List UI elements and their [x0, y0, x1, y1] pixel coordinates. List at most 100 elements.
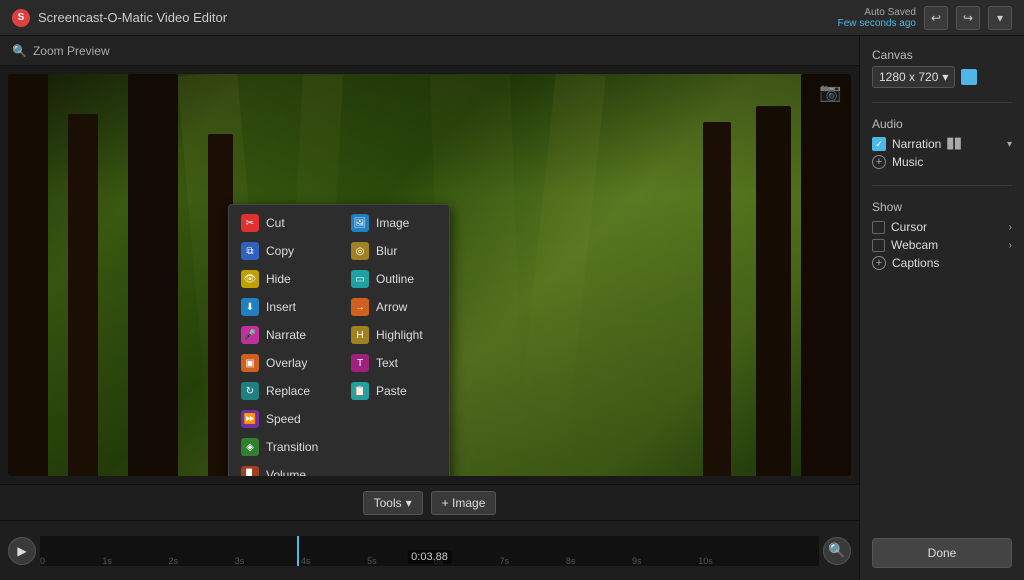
show-section: Show Cursor › Webcam › + Captions — [872, 200, 1012, 272]
tree-2 — [68, 114, 98, 476]
captions-item[interactable]: + Captions — [872, 254, 1012, 272]
canvas-row: 1280 x 720 ▾ — [872, 66, 1012, 88]
ctx-transition[interactable]: ◈ Transition — [229, 433, 339, 461]
tools-button[interactable]: Tools ▾ — [363, 491, 423, 515]
hide-label: Hide — [266, 272, 291, 286]
ctx-narrate[interactable]: 🎤 Narrate — [229, 321, 339, 349]
show-label: Show — [872, 200, 1012, 214]
canvas-section: Canvas 1280 x 720 ▾ — [872, 48, 1012, 88]
canvas-size-value: 1280 x 720 — [879, 70, 938, 84]
add-image-button[interactable]: + Image — [431, 491, 497, 515]
narration-label: Narration — [892, 137, 941, 151]
paste-icon: 📋 — [351, 382, 369, 400]
replace-label: Replace — [266, 384, 310, 398]
narrate-label: Narrate — [266, 328, 306, 342]
tick-7s: 7s — [500, 556, 510, 566]
menu-button[interactable]: ▾ — [988, 6, 1012, 30]
ctx-image[interactable]: 🖼 Image — [339, 209, 449, 237]
ctx-paste[interactable]: 📋 Paste — [339, 377, 449, 405]
ctx-blur[interactable]: ◎ Blur — [339, 237, 449, 265]
undo-button[interactable]: ↩ — [924, 6, 948, 30]
screenshot-icon[interactable]: 📷 — [819, 82, 843, 106]
tick-4s: 4s — [301, 556, 311, 566]
tick-0: 0 — [40, 556, 45, 566]
title-bar-left: S Screencast-O-Matic Video Editor — [12, 9, 227, 27]
audio-section: Audio ✓ Narration ▊▊ ▾ + Music — [872, 117, 1012, 171]
timeline-area: ▶ 0 1s 2s 3s 4s 5s 6s 7s 8s 9s 10s — [0, 520, 859, 580]
tick-2s: 2s — [169, 556, 179, 566]
text-icon: T — [351, 354, 369, 372]
tree-7 — [703, 122, 731, 476]
ctx-copy[interactable]: ⧉ Copy — [229, 237, 339, 265]
ctx-insert[interactable]: ⬇ Insert — [229, 293, 339, 321]
transition-icon: ◈ — [241, 438, 259, 456]
ctx-cut[interactable]: ✂ Cut — [229, 209, 339, 237]
play-button[interactable]: ▶ — [8, 537, 36, 565]
volume-label: Volume — [266, 468, 306, 476]
zoom-label: Zoom Preview — [33, 44, 110, 58]
overlay-label: Overlay — [266, 356, 307, 370]
image-label: Image — [376, 216, 409, 230]
auto-saved-info: Auto Saved Few seconds ago — [838, 7, 916, 29]
timeline-playhead[interactable] — [297, 536, 299, 566]
transition-label: Transition — [266, 440, 318, 454]
auto-saved-time: Few seconds ago — [838, 18, 916, 29]
cursor-chevron-icon: › — [1009, 222, 1012, 233]
done-button[interactable]: Done — [872, 538, 1012, 568]
ctx-text[interactable]: T Text — [339, 349, 449, 377]
cut-icon: ✂ — [241, 214, 259, 232]
divider-2 — [872, 185, 1012, 186]
ctx-hide[interactable]: 👁 Hide — [229, 265, 339, 293]
tree-6 — [756, 106, 791, 476]
title-bar-right: Auto Saved Few seconds ago ↩ ↪ ▾ — [838, 6, 1012, 30]
context-col-1: ✂ Cut ⧉ Copy 👁 Hide ⬇ Insert — [229, 209, 339, 476]
text-label: Text — [376, 356, 398, 370]
speed-icon: ⏩ — [241, 410, 259, 428]
cursor-checkbox[interactable] — [872, 221, 885, 234]
timeline-controls: ▶ 0 1s 2s 3s 4s 5s 6s 7s 8s 9s 10s — [0, 521, 859, 580]
video-toolbar: Tools ▾ + Image — [0, 484, 859, 520]
editor-area: 🔍 Zoom Preview — [0, 36, 859, 580]
canvas-color-swatch[interactable] — [961, 69, 977, 85]
cursor-item[interactable]: Cursor › — [872, 218, 1012, 236]
cut-label: Cut — [266, 216, 285, 230]
ctx-outline[interactable]: ▭ Outline — [339, 265, 449, 293]
replace-icon: ↻ — [241, 382, 259, 400]
ctx-overlay[interactable]: ▣ Overlay — [229, 349, 339, 377]
music-label: Music — [892, 155, 923, 169]
music-item[interactable]: + Music — [872, 153, 1012, 171]
webcam-item[interactable]: Webcam › — [872, 236, 1012, 254]
arrow-label: Arrow — [376, 300, 407, 314]
narration-chevron-icon: ▾ — [1007, 139, 1012, 150]
captions-label: Captions — [892, 256, 939, 270]
timeline-search-button[interactable]: 🔍 — [823, 537, 851, 565]
ctx-volume[interactable]: ▊ Volume — [229, 461, 339, 476]
narration-item[interactable]: ✓ Narration ▊▊ ▾ — [872, 135, 1012, 153]
zoom-bar: 🔍 Zoom Preview — [0, 36, 859, 66]
right-panel: Canvas 1280 x 720 ▾ Audio ✓ Narration ▊▊… — [859, 36, 1024, 580]
timeline-current-time: 0:03.88 — [407, 550, 452, 564]
arrow-icon: → — [351, 298, 369, 316]
webcam-checkbox[interactable] — [872, 239, 885, 252]
ctx-arrow[interactable]: → Arrow — [339, 293, 449, 321]
copy-icon: ⧉ — [241, 242, 259, 260]
webcam-label: Webcam — [891, 238, 938, 252]
redo-button[interactable]: ↪ — [956, 6, 980, 30]
timeline-track[interactable]: 0 1s 2s 3s 4s 5s 6s 7s 8s 9s 10s 0:03.88 — [40, 536, 819, 566]
narration-bars-icon: ▊▊ — [947, 139, 962, 150]
divider-1 — [872, 102, 1012, 103]
ctx-highlight[interactable]: H Highlight — [339, 321, 449, 349]
tick-5s: 5s — [367, 556, 377, 566]
cursor-label: Cursor — [891, 220, 927, 234]
audio-label: Audio — [872, 117, 1012, 131]
canvas-dropdown-icon: ▾ — [942, 70, 948, 84]
canvas-size-select[interactable]: 1280 x 720 ▾ — [872, 66, 955, 88]
ctx-replace[interactable]: ↻ Replace — [229, 377, 339, 405]
add-image-label: + Image — [442, 496, 486, 510]
tick-8s: 8s — [566, 556, 576, 566]
tree-1 — [8, 74, 48, 476]
hide-icon: 👁 — [241, 270, 259, 288]
webcam-chevron-icon: › — [1009, 240, 1012, 251]
ctx-speed[interactable]: ⏩ Speed — [229, 405, 339, 433]
paste-label: Paste — [376, 384, 407, 398]
